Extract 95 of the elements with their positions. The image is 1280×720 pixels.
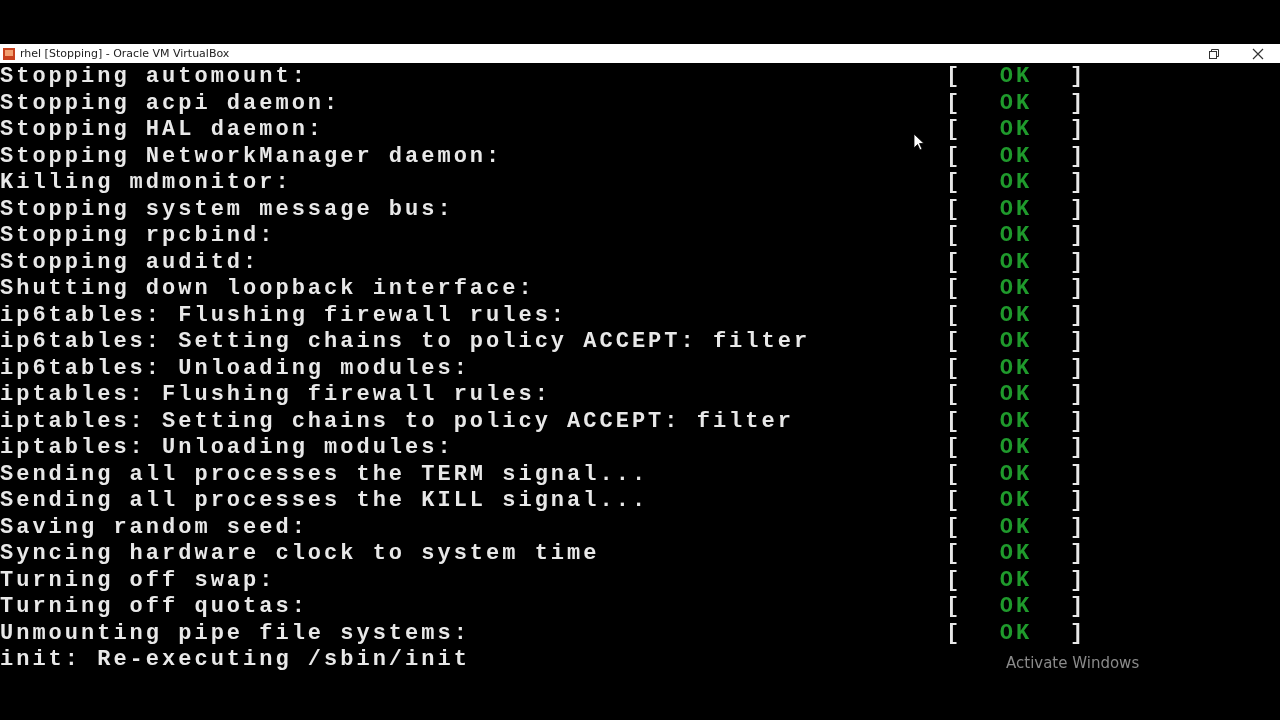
status-label: OK xyxy=(998,408,1034,435)
status-bracket: ] xyxy=(1070,64,1086,91)
status-label: OK xyxy=(998,461,1034,488)
console-text: Stopping NetworkManager daemon: xyxy=(0,143,503,170)
status-bracket: [ xyxy=(946,567,962,594)
status-bracket: [ xyxy=(946,223,962,250)
status-label: OK xyxy=(998,514,1034,541)
status-label: OK xyxy=(998,170,1034,197)
status-label: OK xyxy=(998,620,1034,647)
console-text: Stopping HAL daemon: xyxy=(0,117,325,144)
status-bracket: [ xyxy=(946,249,962,276)
status-bracket: [ xyxy=(946,64,962,91)
status-bracket: ] xyxy=(1070,223,1086,250)
console-text: Saving random seed: xyxy=(0,514,308,541)
status-bracket: ] xyxy=(1070,567,1086,594)
status-label: OK xyxy=(998,382,1034,409)
console-text: Turning off quotas: xyxy=(0,594,308,621)
status-bracket: ] xyxy=(1070,143,1086,170)
console-text: ip6tables: Unloading modules: xyxy=(0,355,470,382)
console-text: iptables: Setting chains to policy ACCEPT: filter xyxy=(0,408,794,435)
console-text: iptables: Flushing firewall rules: xyxy=(0,382,551,409)
console-text: Stopping acpi daemon: xyxy=(0,90,341,117)
status-bracket: [ xyxy=(946,620,962,647)
close-icon xyxy=(1252,47,1264,60)
status-bracket: [ xyxy=(946,382,962,409)
console-text: Shutting down loopback interface: xyxy=(0,276,535,303)
status-bracket: ] xyxy=(1070,435,1086,462)
status-label: OK xyxy=(998,143,1034,170)
app-icon xyxy=(2,46,16,61)
status-bracket: [ xyxy=(946,276,962,303)
status-label: OK xyxy=(998,302,1034,329)
console-text: init: Re-executing /sbin/init xyxy=(0,647,470,674)
status-bracket: [ xyxy=(946,90,962,117)
status-bracket: ] xyxy=(1070,594,1086,621)
status-bracket: [ xyxy=(946,594,962,621)
status-bracket: [ xyxy=(946,435,962,462)
status-bracket: ] xyxy=(1070,196,1086,223)
status-bracket: ] xyxy=(1070,382,1086,409)
status-bracket: [ xyxy=(946,541,962,568)
console-text: ip6tables: Setting chains to policy ACCEPT: filter xyxy=(0,329,811,356)
status-bracket: ] xyxy=(1070,355,1086,382)
status-label: OK xyxy=(998,117,1034,144)
status-bracket: [ xyxy=(946,488,962,515)
status-label: OK xyxy=(998,488,1034,515)
console-text: Stopping auditd: xyxy=(0,249,260,276)
status-label: OK xyxy=(998,355,1034,382)
restore-icon xyxy=(1208,47,1220,60)
status-bracket: [ xyxy=(946,196,962,223)
status-label: OK xyxy=(998,90,1034,117)
status-label: OK xyxy=(998,567,1034,594)
status-bracket: ] xyxy=(1070,249,1086,276)
status-bracket: [ xyxy=(946,143,962,170)
status-bracket: ] xyxy=(1070,276,1086,303)
console-text: Unmounting pipe file systems: xyxy=(0,620,470,647)
status-label: OK xyxy=(998,223,1034,250)
status-label: OK xyxy=(998,64,1034,91)
console-text: Stopping automount: xyxy=(0,64,308,91)
status-bracket: ] xyxy=(1070,514,1086,541)
status-bracket: [ xyxy=(946,461,962,488)
console-text: iptables: Unloading modules: xyxy=(0,435,454,462)
status-bracket: [ xyxy=(946,329,962,356)
status-label: OK xyxy=(998,249,1034,276)
status-label: OK xyxy=(998,329,1034,356)
status-label: OK xyxy=(998,435,1034,462)
console-text: Syncing hardware clock to system time xyxy=(0,541,600,568)
console-text: Sending all processes the KILL signal... xyxy=(0,488,649,515)
status-bracket: ] xyxy=(1070,541,1086,568)
console-text: Killing mdmonitor: xyxy=(0,170,292,197)
console-text: Stopping system message bus: xyxy=(0,196,454,223)
console-text: ip6tables: Flushing firewall rules: xyxy=(0,302,568,329)
status-bracket: [ xyxy=(946,514,962,541)
status-bracket: ] xyxy=(1070,90,1086,117)
mouse-pointer-icon xyxy=(913,133,925,151)
status-label: OK xyxy=(998,196,1034,223)
console-text: Stopping rpcbind: xyxy=(0,223,276,250)
status-bracket: ] xyxy=(1070,408,1086,435)
activation-notice: Activate Windows xyxy=(1006,654,1140,672)
status-bracket: ] xyxy=(1070,329,1086,356)
status-bracket: ] xyxy=(1070,461,1086,488)
status-bracket: ] xyxy=(1070,302,1086,329)
status-bracket: ] xyxy=(1070,488,1086,515)
status-label: OK xyxy=(998,276,1034,303)
window-title: rhel [Stopping] - Oracle VM VirtualBox xyxy=(20,47,230,60)
status-label: OK xyxy=(998,594,1034,621)
status-label: OK xyxy=(998,541,1034,568)
status-bracket: [ xyxy=(946,170,962,197)
status-bracket: ] xyxy=(1070,170,1086,197)
status-bracket: [ xyxy=(946,355,962,382)
status-bracket: [ xyxy=(946,408,962,435)
status-bracket: ] xyxy=(1070,117,1086,144)
status-bracket: [ xyxy=(946,117,962,144)
status-bracket: [ xyxy=(946,302,962,329)
console-text: Sending all processes the TERM signal... xyxy=(0,461,649,488)
console-text: Turning off swap: xyxy=(0,567,276,594)
status-bracket: ] xyxy=(1070,620,1086,647)
